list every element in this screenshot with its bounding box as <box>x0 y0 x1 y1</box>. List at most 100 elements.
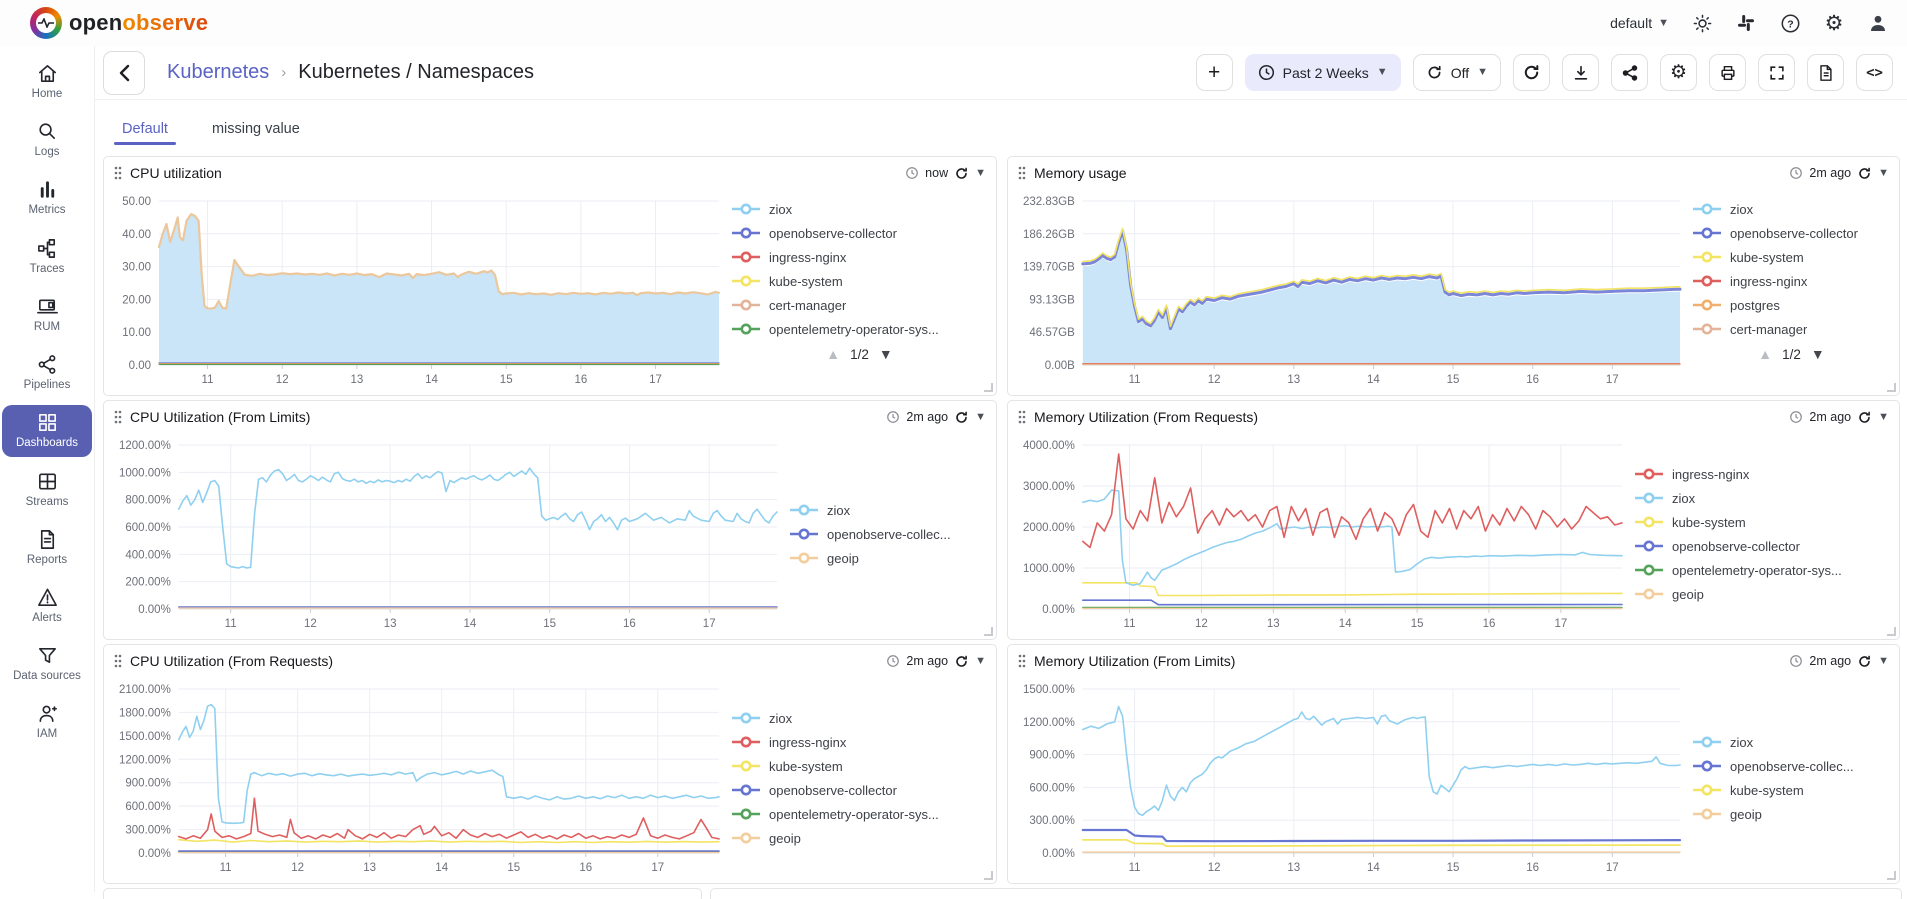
legend-page-up-icon[interactable]: ▲ <box>826 346 840 362</box>
panel-menu-caret-icon[interactable]: ▼ <box>1878 412 1889 423</box>
legend-item-openobserve-collector[interactable]: openobserve-collector <box>731 778 988 802</box>
chart-legend: zioxopenobserve-collec...kube-systemgeoi… <box>1688 677 1891 879</box>
legend-item-ziox[interactable]: ziox <box>1692 730 1891 754</box>
legend-item-ziox[interactable]: ziox <box>731 706 988 730</box>
sidebar-item-rum[interactable]: RUM <box>2 289 92 340</box>
legend-item-ziox[interactable]: ziox <box>1634 486 1891 510</box>
legend-page-down-icon[interactable]: ▼ <box>879 346 893 362</box>
legend-item-kube-system[interactable]: kube-system <box>1634 510 1891 534</box>
legend-item-kube-system[interactable]: kube-system <box>731 754 988 778</box>
add-panel-button[interactable]: + <box>1196 54 1233 91</box>
y-axis-tick-label: 1200.00% <box>1023 717 1075 729</box>
panel-resize-handle[interactable] <box>1887 871 1896 880</box>
drag-handle-icon[interactable] <box>114 654 122 668</box>
share-button[interactable] <box>1611 54 1648 91</box>
legend-item-ziox[interactable]: ziox <box>731 197 988 221</box>
time-range-select[interactable]: Past 2 Weeks ▼ <box>1245 54 1401 91</box>
drag-handle-icon[interactable] <box>1018 166 1026 180</box>
settings-gear-icon[interactable]: ⚙ <box>1823 12 1845 34</box>
export-download-button[interactable] <box>1562 54 1599 91</box>
sidebar-item-logs[interactable]: Logs <box>2 114 92 165</box>
panel-menu-caret-icon[interactable]: ▼ <box>1878 168 1889 179</box>
sidebar-item-home[interactable]: Home <box>2 56 92 107</box>
panel-resize-handle[interactable] <box>984 627 993 636</box>
sidebar-item-traces[interactable]: Traces <box>2 231 92 282</box>
legend-item-ingress-nginx[interactable]: ingress-nginx <box>731 245 988 269</box>
legend-item-opentelemetry-operator-sys[interactable]: opentelemetry-operator-sys... <box>731 802 988 826</box>
legend-item-ziox[interactable]: ziox <box>789 498 988 522</box>
panel-menu-caret-icon[interactable]: ▼ <box>1878 656 1889 667</box>
legend-item-kube-system[interactable]: kube-system <box>1692 245 1891 269</box>
sidebar-item-pipelines[interactable]: Pipelines <box>2 347 92 398</box>
slack-icon[interactable] <box>1735 12 1757 34</box>
organization-select[interactable]: default ▼ <box>1610 15 1669 31</box>
legend-item-openobserve-collec[interactable]: openobserve-collec... <box>789 522 988 546</box>
legend-item-geoip[interactable]: geoip <box>789 546 988 570</box>
drag-handle-icon[interactable] <box>1018 654 1026 668</box>
panel-refresh-icon[interactable] <box>1857 166 1872 181</box>
drag-handle-icon[interactable] <box>1018 410 1026 424</box>
sidebar-item-streams[interactable]: Streams <box>2 464 92 515</box>
legend-item-geoip[interactable]: geoip <box>731 826 988 850</box>
legend-item-cert-manager[interactable]: cert-manager <box>1692 317 1891 341</box>
legend-page-down-icon[interactable]: ▼ <box>1811 346 1825 362</box>
tab-missing-value[interactable]: missing value <box>208 107 304 149</box>
export-json-button[interactable] <box>1807 54 1844 91</box>
legend-item-kube-system[interactable]: kube-system <box>731 269 988 293</box>
view-code-button[interactable]: <> <box>1856 54 1893 91</box>
legend-item-ingress-nginx[interactable]: ingress-nginx <box>731 730 988 754</box>
legend-item-kube-system[interactable]: kube-system <box>1692 778 1891 802</box>
sidebar-item-alerts[interactable]: Alerts <box>2 580 92 631</box>
legend-item-ingress-nginx[interactable]: ingress-nginx <box>1692 269 1891 293</box>
legend-item-openobserve-collector[interactable]: openobserve-collector <box>1634 534 1891 558</box>
fullscreen-button[interactable] <box>1758 54 1795 91</box>
help-icon[interactable]: ? <box>1779 12 1801 34</box>
panel-refresh-icon[interactable] <box>954 166 969 181</box>
breadcrumb-parent-link[interactable]: Kubernetes <box>167 61 269 84</box>
x-axis-tick-label: 11 <box>220 862 232 874</box>
panel-refresh-icon[interactable] <box>954 410 969 425</box>
legend-item-openobserve-collec[interactable]: openobserve-collec... <box>1692 754 1891 778</box>
panel-menu-caret-icon[interactable]: ▼ <box>975 412 986 423</box>
legend-item-opentelemetry-operator-sys[interactable]: opentelemetry-operator-sys... <box>1634 558 1891 582</box>
sidebar-item-iam[interactable]: IAM <box>2 696 92 747</box>
tab-default[interactable]: Default <box>118 107 172 149</box>
legend-page-indicator: 1/2 <box>850 347 869 362</box>
print-button[interactable] <box>1709 54 1746 91</box>
panel-refresh-icon[interactable] <box>1857 654 1872 669</box>
panel-menu-caret-icon[interactable]: ▼ <box>975 168 986 179</box>
legend-item-opentelemetry-operator-sys[interactable]: opentelemetry-operator-sys... <box>731 317 988 341</box>
panel-refresh-icon[interactable] <box>954 654 969 669</box>
drag-handle-icon[interactable] <box>114 166 122 180</box>
time-range-value: Past 2 Weeks <box>1283 65 1369 81</box>
legend-item-cert-manager[interactable]: cert-manager <box>731 293 988 317</box>
legend-marker-icon <box>731 832 761 844</box>
sidebar-item-dashboards[interactable]: Dashboards <box>2 405 92 456</box>
panel-resize-handle[interactable] <box>984 871 993 880</box>
panel-menu-caret-icon[interactable]: ▼ <box>975 656 986 667</box>
dashboard-settings-button[interactable]: ⚙ <box>1660 54 1697 91</box>
refresh-button[interactable] <box>1513 54 1550 91</box>
drag-handle-icon[interactable] <box>114 410 122 424</box>
auto-refresh-select[interactable]: Off ▼ <box>1413 54 1501 91</box>
legend-page-up-icon[interactable]: ▲ <box>1758 346 1772 362</box>
account-user-icon[interactable] <box>1867 12 1889 34</box>
legend-marker-icon <box>1634 564 1664 576</box>
panel-refresh-icon[interactable] <box>1857 410 1872 425</box>
legend-item-openobserve-collector[interactable]: openobserve-collector <box>731 221 988 245</box>
sidebar-item-reports[interactable]: Reports <box>2 522 92 573</box>
legend-item-openobserve-collector[interactable]: openobserve-collector <box>1692 221 1891 245</box>
panel-resize-handle[interactable] <box>1887 627 1896 636</box>
legend-item-postgres[interactable]: postgres <box>1692 293 1891 317</box>
chart-legend: ingress-nginxzioxkube-systemopenobserve-… <box>1630 433 1891 635</box>
legend-item-ziox[interactable]: ziox <box>1692 197 1891 221</box>
legend-item-ingress-nginx[interactable]: ingress-nginx <box>1634 462 1891 486</box>
panel-resize-handle[interactable] <box>984 383 993 392</box>
panel-resize-handle[interactable] <box>1887 383 1896 392</box>
legend-item-geoip[interactable]: geoip <box>1692 802 1891 826</box>
theme-brightness-icon[interactable] <box>1691 12 1713 34</box>
sidebar-item-metrics[interactable]: Metrics <box>2 172 92 223</box>
legend-item-geoip[interactable]: geoip <box>1634 582 1891 606</box>
sidebar-item-data-sources[interactable]: Data sources <box>2 638 92 689</box>
back-button[interactable] <box>103 51 145 95</box>
